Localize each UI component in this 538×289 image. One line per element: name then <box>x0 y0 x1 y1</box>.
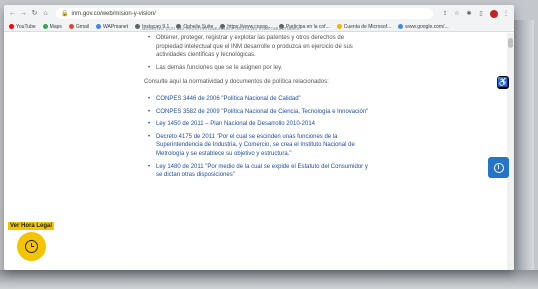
doc-link-conpes-3446[interactable]: CONPES 3446 de 2006 "Política Nacional d… <box>142 95 372 104</box>
page-content: acuerdo con las recomendaciones técnicas… <box>142 27 372 184</box>
docs-links-list: CONPES 3446 de 2006 "Política Nacional d… <box>142 95 372 180</box>
gmail-icon <box>68 24 74 29</box>
related-docs-intro: Consulte aquí la normatividad y document… <box>144 79 329 86</box>
list-item: Las demás funciones que se le asignen po… <box>142 64 372 73</box>
menu-icon[interactable]: ⋮ <box>502 10 510 18</box>
bookmark-google[interactable]: www.google.com/... <box>398 24 449 30</box>
home-icon[interactable]: ⌂ <box>41 9 50 18</box>
address-bar[interactable]: 🔒 inm.gov.co/web/mision-y-vision/ <box>56 8 433 19</box>
scrollbar-thumb[interactable] <box>508 38 513 48</box>
browser-toolbar: ← → ↻ ⌂ 🔒 inm.gov.co/web/mision-y-vision… <box>4 5 514 22</box>
doc-link-conpes-3582[interactable]: CONPES 3582 de 2009 "Política Nacional d… <box>142 108 372 117</box>
maps-icon <box>42 24 48 29</box>
screen-bottom-shadow <box>0 270 538 289</box>
share-icon[interactable]: ⇪ <box>441 10 449 18</box>
truncated-text: acuerdo con las recomendaciones técnicas… <box>142 27 301 31</box>
info-icon: i <box>493 162 504 173</box>
doc-link-decreto-4175[interactable]: Decreto 4175 de 2011 "Por el cual se esc… <box>142 133 372 159</box>
doc-link-ley-1480[interactable]: Ley 1480 de 2011 "Por medio de la cual s… <box>142 163 372 180</box>
accessibility-icon[interactable]: ♿ <box>497 76 509 89</box>
reload-icon[interactable]: ↻ <box>30 9 39 18</box>
screen-edge-shadow <box>514 20 534 278</box>
url-text: inm.gov.co/web/mision-y-vision/ <box>71 10 156 17</box>
forward-icon[interactable]: → <box>19 9 28 18</box>
bookmark-gmail[interactable]: Gmail <box>68 24 89 30</box>
functions-list: Obtener, proteger, registrar y explotar … <box>142 34 372 72</box>
globe-icon <box>95 24 101 29</box>
doc-link-ley-1450[interactable]: Ley 1450 de 2011 – Plan Nacional de Desa… <box>142 120 372 129</box>
hora-legal-label[interactable]: Ver Hora Legal <box>8 222 55 230</box>
extensions-icon[interactable]: ✱ <box>465 10 473 18</box>
sidebar-icon[interactable]: ▯ <box>477 10 485 18</box>
back-icon[interactable]: ← <box>8 9 17 18</box>
google-icon <box>398 24 404 29</box>
clock-icon <box>25 240 38 253</box>
profile-avatar[interactable] <box>490 9 498 18</box>
lock-icon: 🔒 <box>61 11 69 17</box>
page-scrollbar[interactable] <box>507 33 514 270</box>
bookmark-wapmanet[interactable]: WAPmanet <box>95 24 128 30</box>
bookmark-youtube[interactable]: YouTube <box>9 24 36 30</box>
info-button[interactable]: i <box>488 157 509 178</box>
star-icon[interactable]: ☆ <box>453 10 461 18</box>
bookmark-maps[interactable]: Maps <box>42 24 62 30</box>
clock-button[interactable] <box>17 232 46 261</box>
globe-icon <box>135 24 141 29</box>
youtube-icon <box>9 24 14 29</box>
list-item: Obtener, proteger, registrar y explotar … <box>142 34 372 60</box>
